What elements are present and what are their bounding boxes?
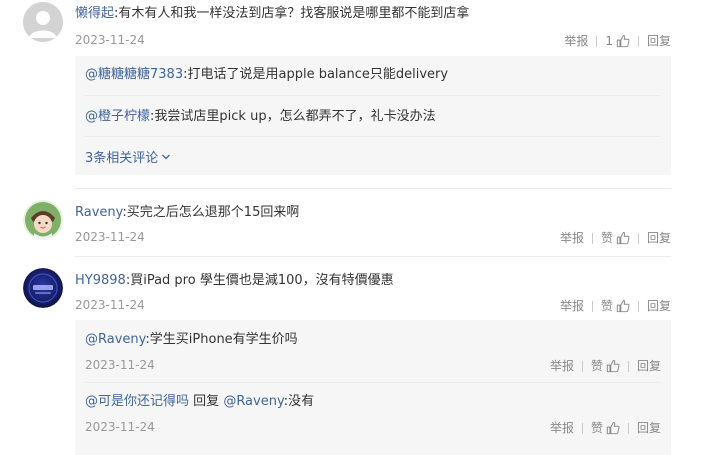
- reply-divider: [85, 382, 661, 383]
- reply-text: 打电话了说是用apple balance只能delivery: [187, 67, 449, 82]
- action-divider: [637, 35, 639, 47]
- like-count: 1: [605, 34, 613, 48]
- thumbs-up-icon: [616, 231, 630, 245]
- comment-divider: [75, 188, 671, 189]
- comment-body: 懒得起:有木有人和我一样没法到店拿？找客服说是哪里都不能到店拿: [75, 6, 470, 21]
- reply-username[interactable]: @糖糖糖糖7383: [85, 67, 183, 82]
- default-avatar-icon: [23, 2, 63, 42]
- like-button[interactable]: 赞: [601, 298, 630, 314]
- reply-button[interactable]: 回复: [637, 420, 661, 436]
- reply-text: 我尝试店里pick up，怎么都弄不了，礼卡没办法: [154, 109, 436, 124]
- comment-date: 2023-11-24: [75, 33, 145, 47]
- like-label: 赞: [600, 231, 613, 245]
- like-label: 赞: [590, 421, 603, 435]
- user-avatar-image: [23, 200, 63, 240]
- reply-date: 2023-11-24: [85, 420, 155, 434]
- reply-username[interactable]: @Raveny: [85, 332, 145, 347]
- comment-body: Raveny:买完之后怎么退那个15回来啊: [75, 205, 300, 220]
- like-button[interactable]: 赞: [601, 230, 630, 246]
- reply-username[interactable]: @橙子柠檬: [85, 109, 150, 124]
- reply-button[interactable]: 回复: [647, 230, 671, 246]
- action-divider: [591, 300, 593, 312]
- chevron-down-icon: [162, 154, 171, 159]
- thumbs-up-icon: [616, 34, 630, 48]
- reply-text: 学生买iPhone有学生价吗: [149, 332, 298, 347]
- reply-item: @橙子柠檬:我尝试店里pick up，怎么都弄不了，礼卡没办法: [85, 109, 436, 124]
- reply-to-label: 回复: [193, 394, 220, 409]
- action-divider: [596, 35, 598, 47]
- user-avatar-image: [23, 268, 63, 308]
- comment-date: 2023-11-24: [75, 230, 145, 244]
- action-divider: [591, 232, 593, 244]
- reply-button[interactable]: 回复: [647, 298, 671, 314]
- comment-username[interactable]: 懒得起: [75, 6, 114, 21]
- reply-item: @Raveny:学生买iPhone有学生价吗: [85, 332, 298, 347]
- reply-item: @糖糖糖糖7383:打电话了说是用apple balance只能delivery: [85, 67, 449, 82]
- avatar-raveny[interactable]: [23, 200, 63, 240]
- reply-actions: 举报 赞 回复: [550, 358, 661, 374]
- reply-divider: [85, 95, 661, 96]
- comment-actions: 举报 1 回复: [564, 33, 671, 49]
- like-button[interactable]: 1: [605, 33, 630, 49]
- comment-username[interactable]: HY9898: [75, 273, 126, 288]
- like-label: 赞: [600, 299, 613, 313]
- reply-list: @糖糖糖糖7383:打电话了说是用apple balance只能delivery…: [75, 56, 671, 175]
- action-divider: [581, 422, 583, 434]
- comment-text: 買iPad pro 學生價也是減100，沒有特價優惠: [130, 273, 394, 288]
- action-divider: [637, 232, 639, 244]
- reply-actions: 举报 赞 回复: [550, 420, 661, 436]
- comment-actions: 举报 赞 回复: [560, 298, 671, 314]
- action-divider: [637, 300, 639, 312]
- action-divider: [581, 360, 583, 372]
- reply-text: 没有: [288, 394, 315, 409]
- reply-button[interactable]: 回复: [647, 33, 671, 49]
- like-button[interactable]: 赞: [591, 358, 620, 374]
- reply-date: 2023-11-24: [85, 358, 155, 372]
- more-comments-link[interactable]: 3条相关评论: [85, 147, 171, 166]
- comment-date: 2023-11-24: [75, 298, 145, 312]
- reply-target-username[interactable]: @Raveny: [223, 394, 283, 409]
- reply-divider: [85, 136, 661, 137]
- comment-text: 买完之后怎么退那个15回来啊: [126, 205, 300, 220]
- comment-body: HY9898:買iPad pro 學生價也是減100，沒有特價優惠: [75, 273, 394, 288]
- thumbs-up-icon: [606, 359, 620, 373]
- report-button[interactable]: 举报: [564, 33, 588, 49]
- like-button[interactable]: 赞: [591, 420, 620, 436]
- more-comments-label: 3条相关评论: [85, 151, 159, 166]
- report-button[interactable]: 举报: [560, 298, 584, 314]
- thumbs-up-icon: [606, 421, 620, 435]
- like-label: 赞: [590, 359, 603, 373]
- reply-username[interactable]: @可是你还记得吗: [85, 394, 189, 409]
- action-divider: [627, 422, 629, 434]
- reply-button[interactable]: 回复: [637, 358, 661, 374]
- report-button[interactable]: 举报: [550, 420, 574, 436]
- reply-item: @可是你还记得吗 回复 @Raveny:没有: [85, 394, 315, 409]
- report-button[interactable]: 举报: [560, 230, 584, 246]
- thumbs-up-icon: [616, 299, 630, 313]
- comment-divider: [75, 256, 671, 257]
- avatar-hy9898[interactable]: [23, 268, 63, 308]
- avatar-default[interactable]: [23, 2, 63, 42]
- comment-username[interactable]: Raveny: [75, 205, 122, 220]
- action-divider: [627, 360, 629, 372]
- reply-list: @Raveny:学生买iPhone有学生价吗 2023-11-24 举报 赞 回…: [75, 320, 671, 455]
- comment-text: 有木有人和我一样没法到店拿？找客服说是哪里都不能到店拿: [118, 6, 470, 21]
- comment-actions: 举报 赞 回复: [560, 230, 671, 246]
- report-button[interactable]: 举报: [550, 358, 574, 374]
